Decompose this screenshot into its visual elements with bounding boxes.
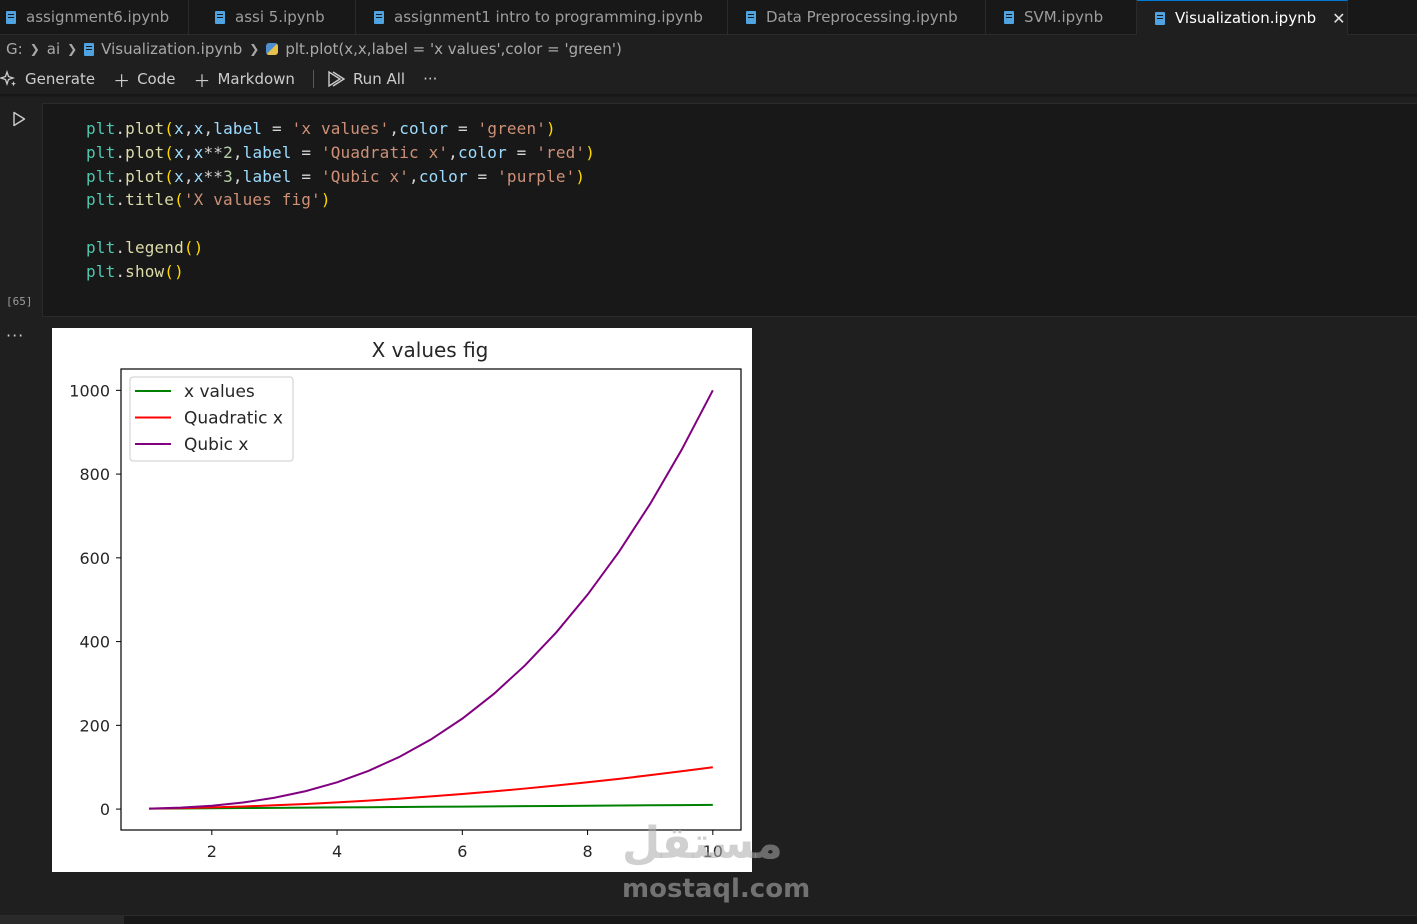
generate-label: Generate bbox=[25, 70, 96, 88]
tab-assi5[interactable]: assi 5.ipynb bbox=[189, 0, 356, 34]
tab-visualization[interactable]: Visualization.ipynb ✕ bbox=[1137, 0, 1348, 35]
breadcrumb-drive[interactable]: G: bbox=[6, 40, 23, 58]
run-all-label: Run All bbox=[352, 70, 406, 88]
y-tick-label: 0 bbox=[100, 800, 110, 819]
breadcrumb-file[interactable]: Visualization.ipynb bbox=[101, 40, 242, 58]
y-tick-label: 400 bbox=[79, 633, 110, 652]
code-line: plt.title('X values fig') bbox=[86, 190, 331, 210]
tab-label: assi 5.ipynb bbox=[235, 8, 325, 26]
tab-label: Visualization.ipynb bbox=[1175, 9, 1317, 27]
close-icon[interactable]: ✕ bbox=[1332, 9, 1345, 28]
plus-icon: ＋ bbox=[113, 71, 131, 92]
chevron-right-icon: ❯ bbox=[29, 42, 40, 56]
code-cell-editor[interactable]: plt.plot(x,x,label = 'x values',color = … bbox=[42, 103, 1417, 317]
toolbar-divider bbox=[312, 70, 314, 88]
breadcrumb-folder[interactable]: ai bbox=[47, 40, 60, 58]
add-markdown-cell-button[interactable]: ＋ Markdown bbox=[193, 67, 294, 92]
series-line-quadratic-x bbox=[149, 766, 713, 810]
run-all-button[interactable]: Run All bbox=[326, 70, 405, 88]
code-line: plt.plot(x,x**3,label = 'Qubic x',color … bbox=[86, 166, 586, 186]
python-icon bbox=[266, 43, 279, 55]
tab-assignment6[interactable]: assignment6.ipynb bbox=[0, 0, 189, 34]
code-line: plt.plot(x,x,label = 'x values',color = … bbox=[86, 119, 556, 138]
breadcrumb-symbol[interactable]: plt.plot(x,x,label = 'x values',color = … bbox=[285, 40, 622, 58]
code-line: plt.legend() bbox=[86, 237, 204, 257]
code-label: Code bbox=[137, 70, 176, 88]
more-actions-button[interactable]: ··· bbox=[423, 70, 437, 88]
code-block[interactable]: plt.plot(x,x,label = 'x values',color = … bbox=[86, 117, 595, 284]
plus-icon: ＋ bbox=[193, 71, 211, 92]
legend-label: Qubic x bbox=[184, 435, 248, 455]
legend-label: x values bbox=[184, 382, 255, 402]
tab-data-preprocessing[interactable]: Data Preprocessing.ipynb bbox=[728, 0, 986, 34]
code-line: plt.plot(x,x**2,label = 'Quadratic x',co… bbox=[86, 142, 595, 162]
x-tick-label: 8 bbox=[582, 842, 592, 861]
notebook-toolbar: Generate ＋ Code ＋ Markdown Run All ··· bbox=[0, 64, 1417, 94]
chevron-right-icon: ❯ bbox=[249, 42, 260, 56]
notebook-icon bbox=[1155, 11, 1165, 25]
y-tick-label: 600 bbox=[79, 549, 110, 568]
generate-button[interactable]: Generate bbox=[0, 70, 95, 88]
notebook-icon bbox=[374, 10, 384, 24]
x-tick-label: 6 bbox=[457, 842, 467, 861]
tab-svm[interactable]: SVM.ipynb bbox=[986, 0, 1137, 34]
editor-tab-bar: assignment6.ipynb assi 5.ipynb assignmen… bbox=[0, 0, 1417, 35]
notebook-icon bbox=[746, 10, 756, 24]
notebook-icon bbox=[215, 10, 225, 24]
x-tick-label: 2 bbox=[207, 842, 217, 861]
y-tick-label: 200 bbox=[79, 716, 110, 735]
watermark-arabic: مستقل bbox=[622, 818, 783, 869]
run-all-icon bbox=[328, 70, 346, 88]
chevron-right-icon: ❯ bbox=[67, 42, 78, 56]
x-tick-label: 4 bbox=[332, 842, 342, 861]
markdown-label: Markdown bbox=[217, 70, 295, 88]
tab-label: assignment1 intro to programming.ipynb bbox=[394, 8, 703, 26]
ellipsis-icon: ··· bbox=[423, 70, 438, 88]
watermark-latin: mostaql.com bbox=[622, 874, 811, 904]
execution-count: [65] bbox=[6, 295, 33, 308]
notebook-icon bbox=[6, 10, 16, 24]
breadcrumb: G: ❯ ai ❯ Visualization.ipynb ❯ plt.plot… bbox=[6, 38, 622, 60]
run-cell-icon[interactable] bbox=[11, 111, 27, 127]
chart-title: X values fig bbox=[372, 338, 489, 362]
notebook-icon bbox=[1004, 10, 1014, 24]
line-chart: X values fig 2 4 6 8 1002004006008001000 x v… bbox=[69, 338, 742, 861]
y-tick-label: 1000 bbox=[69, 381, 110, 400]
notebook-icon bbox=[84, 42, 95, 56]
sparkle-icon bbox=[0, 70, 16, 87]
tab-label: SVM.ipynb bbox=[1024, 8, 1104, 26]
legend: x values Quadratic x Qubic x bbox=[129, 376, 294, 462]
tab-label: Data Preprocessing.ipynb bbox=[766, 8, 958, 26]
tab-label: assignment6.ipynb bbox=[26, 8, 170, 26]
y-tick-label: 800 bbox=[79, 465, 110, 484]
tab-assignment1[interactable]: assignment1 intro to programming.ipynb bbox=[356, 0, 728, 34]
output-more-icon[interactable]: ··· bbox=[6, 326, 24, 345]
add-code-cell-button[interactable]: ＋ Code bbox=[113, 67, 175, 92]
matplotlib-figure: X values fig 2 4 6 8 10 0 200 400 600 800 1000 x v… bbox=[52, 328, 752, 872]
legend-label: Quadratic x bbox=[184, 409, 283, 429]
code-line: plt.show() bbox=[86, 261, 184, 281]
toolbar-shadow bbox=[0, 94, 1417, 98]
